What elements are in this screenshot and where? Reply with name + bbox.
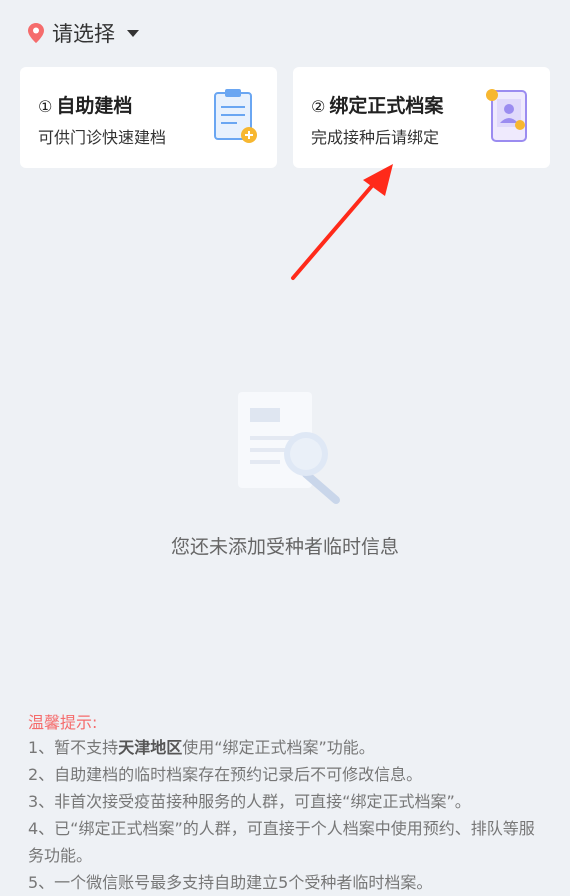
card-title-text: 绑定正式档案 bbox=[329, 95, 444, 117]
card-title-text: 自助建档 bbox=[56, 95, 133, 117]
clipboard-add-icon bbox=[214, 89, 257, 143]
location-selector[interactable]: 请选择 bbox=[28, 18, 139, 48]
tip-line-5: 5、一个微信账号最多支持自助建立5个受种者临时档案。 bbox=[28, 873, 433, 892]
tip-text: 使用“绑定正式档案”功能。 bbox=[182, 738, 375, 757]
id-card-phone-icon bbox=[486, 89, 527, 142]
tip-highlight: 天津地区 bbox=[118, 738, 183, 757]
step-number: ① bbox=[38, 97, 53, 116]
card-subtitle: 可供门诊快速建档 bbox=[38, 128, 167, 147]
card-subtitle: 完成接种后请绑定 bbox=[311, 128, 440, 147]
card-title: ① 自助建档 bbox=[38, 91, 132, 118]
tips-section: 温馨提示: 1、暂不支持天津地区使用“绑定正式档案”功能。 2、自助建档的临时档… bbox=[28, 712, 548, 896]
empty-document-search-icon bbox=[238, 392, 340, 504]
tip-line-1: 1、暂不支持天津地区使用“绑定正式档案”功能。 bbox=[28, 734, 548, 761]
annotation-arrow bbox=[291, 164, 393, 280]
chevron-down-icon bbox=[127, 29, 139, 37]
tip-text: 1、暂不支持 bbox=[28, 738, 119, 757]
empty-state-message: 您还未添加受种者临时信息 bbox=[170, 536, 399, 558]
card-title: ② 绑定正式档案 bbox=[311, 91, 443, 118]
tip-line-3: 3、非首次接受疫苗接种服务的人群，可直接“绑定正式档案”。 bbox=[28, 792, 471, 811]
location-label: 请选择 bbox=[52, 22, 115, 46]
self-register-card[interactable]: ① 自助建档 可供门诊快速建档 bbox=[20, 67, 277, 168]
tip-line-4: 4、已“绑定正式档案”的人群，可直接于个人档案中使用预约、排队等服务功能。 bbox=[28, 819, 535, 865]
location-pin-icon bbox=[28, 23, 44, 43]
step-number: ② bbox=[311, 97, 326, 116]
bind-record-card[interactable]: ② 绑定正式档案 完成接种后请绑定 bbox=[293, 67, 550, 168]
tips-title: 温馨提示: bbox=[28, 713, 98, 732]
tip-line-2: 2、自助建档的临时档案存在预约记录后不可修改信息。 bbox=[28, 765, 423, 784]
